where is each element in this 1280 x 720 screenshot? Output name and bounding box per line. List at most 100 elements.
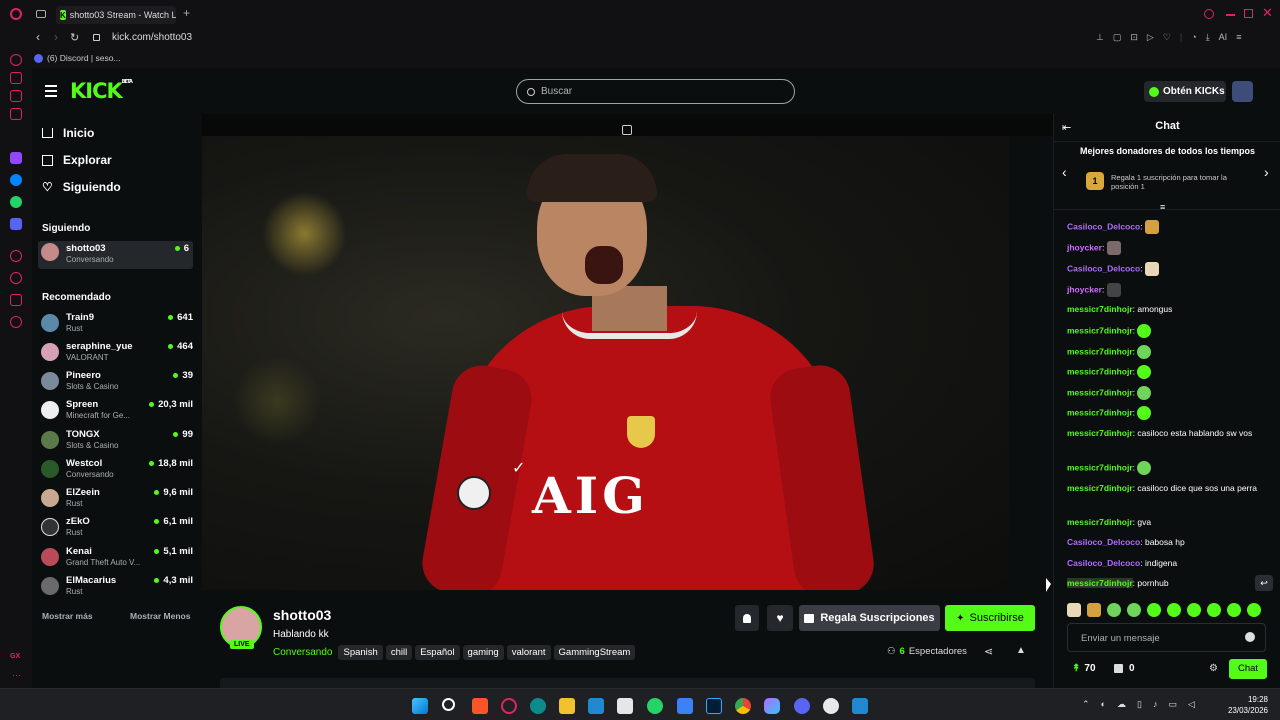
hamburger-menu-icon[interactable]: [45, 85, 57, 97]
reply-icon[interactable]: ↩: [1255, 575, 1273, 591]
following-channel[interactable]: shotto03 Conversando 6: [38, 241, 193, 269]
calculator-icon[interactable]: [617, 698, 633, 714]
kick-logo[interactable]: KICKBETA: [70, 79, 133, 103]
gx-cleaner-icon[interactable]: [10, 90, 22, 102]
emote-icon[interactable]: [1127, 603, 1141, 617]
heart-icon[interactable]: ♡: [1163, 32, 1171, 43]
emote-icon[interactable]: [1107, 603, 1121, 617]
chat-username[interactable]: Casiloco_Delcoco: [1067, 263, 1140, 273]
minimize-button[interactable]: [1226, 14, 1235, 16]
opera-gx-icon[interactable]: [501, 698, 517, 714]
search-icon[interactable]: [442, 698, 455, 711]
forward-button[interactable]: ›: [54, 30, 58, 44]
copilot-icon[interactable]: [764, 698, 780, 714]
channel-name[interactable]: shotto03: [273, 607, 331, 623]
maximize-button[interactable]: [1244, 9, 1253, 18]
follow-button[interactable]: ♥: [767, 605, 793, 631]
get-kicks-button[interactable]: Obtén KICKs: [1144, 81, 1226, 102]
start-icon[interactable]: [412, 698, 428, 714]
discord-icon[interactable]: [794, 698, 810, 714]
chrome-icon[interactable]: [735, 698, 751, 714]
tag[interactable]: Spanish: [338, 645, 383, 660]
clock[interactable]: 19:28 23/03/2026: [1226, 694, 1268, 716]
twitch-icon[interactable]: [10, 152, 22, 164]
messenger-icon[interactable]: [10, 174, 22, 186]
chat-username[interactable]: messicr7dinhojr: [1067, 483, 1133, 493]
player-icon[interactable]: [10, 250, 22, 262]
play-icon[interactable]: ▷: [1147, 32, 1154, 43]
opera-logo-icon[interactable]: [10, 8, 22, 20]
chat-username[interactable]: messicr7dinhojr: [1067, 325, 1133, 335]
download-icon[interactable]: ⤓: [1206, 32, 1210, 43]
emoji-picker-icon[interactable]: [1245, 632, 1255, 642]
app-window-icon[interactable]: [852, 698, 868, 714]
emote-icon[interactable]: [1087, 603, 1101, 617]
search-tabs-icon[interactable]: [1204, 9, 1214, 19]
emote-icon[interactable]: [1187, 603, 1201, 617]
steam-icon[interactable]: [823, 698, 839, 714]
emote-icon[interactable]: [1227, 603, 1241, 617]
recommended-channel[interactable]: Pineero Slots & Casino 39: [38, 370, 193, 396]
defender-icon[interactable]: [677, 698, 693, 714]
brave-icon[interactable]: [472, 698, 488, 714]
popout-icon[interactable]: [622, 125, 632, 135]
recommended-channel[interactable]: Spreen Minecraft for Ge... 20,3 mil: [38, 399, 193, 425]
chat-username[interactable]: messicr7dinhojr: [1067, 462, 1133, 472]
new-tab-button[interactable]: +: [183, 6, 190, 20]
recommended-channel[interactable]: ElMacarius Rust 4,3 mil: [38, 575, 193, 601]
emote-icon[interactable]: [1067, 603, 1081, 617]
chat-username[interactable]: messicr7dinhojr: [1067, 517, 1133, 527]
tag[interactable]: Español: [415, 645, 460, 660]
chat-username[interactable]: messicr7dinhojr: [1067, 346, 1133, 356]
usb-icon[interactable]: ▯: [1137, 699, 1142, 710]
snapshot-icon[interactable]: ▢: [1113, 32, 1122, 43]
nav-home[interactable]: Inicio: [42, 126, 94, 140]
chevron-up-icon[interactable]: ⌃: [1082, 699, 1090, 710]
network-icon[interactable]: ▭: [1168, 699, 1177, 710]
show-less-link[interactable]: Mostrar Menos: [130, 611, 190, 621]
chat-input[interactable]: Enviar un mensaje: [1067, 623, 1266, 652]
bookmark-discord[interactable]: (6) Discord | seso...: [34, 53, 121, 63]
chat-username[interactable]: jhoycker: [1067, 242, 1102, 252]
whatsapp-icon[interactable]: [10, 196, 22, 208]
chat-username[interactable]: messicr7dinhojr: [1067, 428, 1133, 438]
emote-icon[interactable]: [1167, 603, 1181, 617]
chat-username[interactable]: Casiloco_Delcoco: [1067, 221, 1140, 231]
settings-icon[interactable]: [10, 316, 22, 328]
file-explorer-icon[interactable]: [559, 698, 575, 714]
subscribe-button[interactable]: ✦ Suscribirse: [945, 605, 1035, 631]
browser-tab[interactable]: K shotto03 Stream - Watch L: [56, 6, 176, 24]
show-more-link[interactable]: Mostrar más: [42, 611, 93, 621]
category-link[interactable]: Conversando: [273, 647, 332, 658]
nav-following[interactable]: ♡ Siguiendo: [42, 180, 121, 194]
profile-icon[interactable]: ◔: [1191, 32, 1196, 43]
reload-button[interactable]: ↻: [70, 31, 79, 44]
tag[interactable]: GammingStream: [553, 645, 636, 660]
close-window-button[interactable]: ✕: [1262, 5, 1273, 21]
recommended-channel[interactable]: Kenai Grand Theft Auto V... 5,1 mil: [38, 546, 193, 572]
gifts-count[interactable]: 0: [1114, 663, 1135, 674]
url-field[interactable]: kick.com/shotto03: [112, 32, 192, 43]
chat-username[interactable]: messicr7dinhojr: [1067, 578, 1133, 588]
vscode-icon[interactable]: [588, 698, 604, 714]
user-avatar[interactable]: [1232, 81, 1253, 102]
chat-username[interactable]: Casiloco_Delcoco: [1067, 558, 1140, 568]
nav-explore[interactable]: Explorar: [42, 153, 112, 167]
recommended-channel[interactable]: TONGX Slots & Casino 99: [38, 429, 193, 455]
tray-app-icon[interactable]: ◐: [1101, 699, 1106, 710]
report-icon[interactable]: ▲: [1016, 645, 1026, 656]
photoshop-icon[interactable]: [706, 698, 722, 714]
pin-icon[interactable]: ⊥: [1096, 32, 1104, 43]
recommended-channel[interactable]: seraphine_yue VALORANT 464: [38, 341, 193, 367]
recommended-channel[interactable]: zEkO Rust 6,1 mil: [38, 516, 193, 542]
gift-subs-button[interactable]: Regala Suscripciones: [799, 605, 940, 631]
edge-icon[interactable]: [530, 698, 546, 714]
gx-music-icon[interactable]: [10, 108, 22, 120]
next-donor-icon[interactable]: ›: [1264, 164, 1269, 180]
recommended-channel[interactable]: Train9 Rust 641: [38, 312, 193, 338]
emote-icon[interactable]: [1147, 603, 1161, 617]
notifications-button[interactable]: [735, 605, 759, 631]
cloud-icon[interactable]: ☁: [1117, 699, 1126, 710]
prev-donor-icon[interactable]: ‹: [1062, 164, 1067, 180]
more-icon[interactable]: ···: [12, 670, 21, 680]
